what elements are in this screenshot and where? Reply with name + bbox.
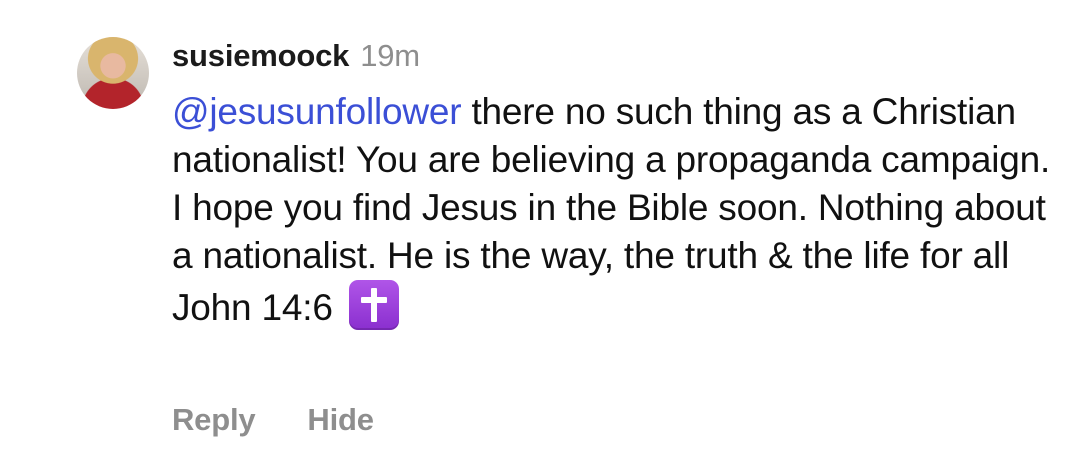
comment: susiemoock 19m @jesusunfollower there no… xyxy=(0,0,1085,454)
hide-button[interactable]: Hide xyxy=(307,402,374,438)
latin-cross-icon xyxy=(348,280,399,330)
comment-actions: Reply Hide xyxy=(172,402,374,438)
avatar[interactable] xyxy=(77,37,149,109)
comment-content: susiemoock 19m @jesusunfollower there no… xyxy=(172,38,1052,332)
reply-button[interactable]: Reply xyxy=(172,402,256,438)
comment-header: susiemoock 19m xyxy=(172,38,1052,78)
username[interactable]: susiemoock xyxy=(172,38,349,74)
timestamp: 19m xyxy=(360,38,420,73)
mention-link[interactable]: @jesusunfollower xyxy=(172,91,462,132)
comment-body: @jesusunfollower there no such thing as … xyxy=(172,88,1052,332)
